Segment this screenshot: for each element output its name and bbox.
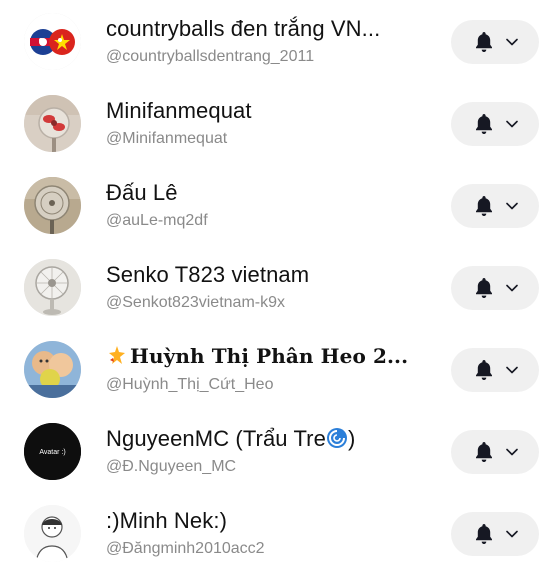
fan-avatar-icon (24, 177, 81, 234)
account-name: Minifanmequat (106, 98, 252, 123)
notification-settings-button[interactable] (451, 184, 539, 228)
avatar[interactable] (24, 177, 81, 234)
following-list: countryballs đen trắng VN... @countrybal… (0, 0, 560, 562)
bell-icon (476, 442, 492, 462)
account-name: NguyeenMC (Trẩu Tre ) (106, 426, 355, 452)
chevron-down-icon (506, 38, 518, 46)
flag-avatar-icon (24, 13, 81, 70)
fan-avatar-icon (24, 95, 81, 152)
account-handle: @Đ.Nguyeen_MC (106, 458, 237, 475)
account-name: Đấu Lê (106, 180, 178, 205)
account-row[interactable]: Avatar :) NguyeenMC (Trẩu Tre ) @Đ.Nguye… (0, 410, 560, 492)
cyclone-emoji-icon (326, 428, 347, 448)
avatar[interactable] (24, 341, 81, 398)
avatar-text: Avatar :) (39, 449, 65, 456)
notification-settings-button[interactable] (451, 512, 539, 556)
fan-avatar-icon (24, 259, 81, 316)
avatar[interactable]: Avatar :) (24, 423, 81, 480)
chevron-down-icon (506, 530, 518, 538)
account-row[interactable]: Senko T823 vietnam @Senkot823vietnam-k9x (0, 246, 560, 328)
account-handle: @Đăngminh2010acc2 (106, 540, 265, 557)
avatar[interactable] (24, 13, 81, 70)
bell-icon (476, 360, 492, 380)
sparkle-emoji-icon (109, 346, 125, 364)
account-handle: @Senkot823vietnam-k9x (106, 294, 285, 311)
bell-icon (476, 524, 492, 544)
account-row[interactable]: Minifanmequat @Minifanmequat (0, 82, 560, 164)
account-name: Huỳnh Thị Phân Heo 2... (106, 344, 408, 368)
avatar-dark-icon: Avatar :) (24, 423, 81, 480)
account-handle: @Huỳnh_Thị_Cứt_Heo (106, 376, 274, 393)
chevron-down-icon (506, 366, 518, 374)
bell-icon (476, 278, 492, 298)
photo-avatar-icon (24, 341, 81, 398)
notification-settings-button[interactable] (451, 430, 539, 474)
avatar[interactable] (24, 95, 81, 152)
bell-icon (476, 114, 492, 134)
account-name: :)Minh Nek:) (106, 508, 227, 533)
chevron-down-icon (506, 202, 518, 210)
sketch-avatar-icon (24, 505, 81, 562)
account-name-text: Huỳnh Thị Phân Heo 2... (130, 344, 409, 368)
notification-settings-button[interactable] (451, 266, 539, 310)
chevron-down-icon (506, 284, 518, 292)
avatar[interactable] (24, 505, 81, 562)
account-row[interactable]: Huỳnh Thị Phân Heo 2... @Huỳnh_Thị_Cứt_H… (0, 328, 560, 410)
account-row[interactable]: :)Minh Nek:) @Đăngminh2010acc2 (0, 492, 560, 574)
account-name: countryballs đen trắng VN... (106, 16, 381, 41)
notification-settings-button[interactable] (451, 348, 539, 392)
account-handle: @auLe-mq2df (106, 212, 208, 229)
bell-icon (476, 196, 492, 216)
chevron-down-icon (506, 448, 518, 456)
account-handle: @Minifanmequat (106, 130, 228, 147)
account-name-suffix: ) (347, 426, 356, 451)
account-name: Senko T823 vietnam (106, 262, 310, 287)
account-row[interactable]: Đấu Lê @auLe-mq2df (0, 164, 560, 246)
notification-settings-button[interactable] (451, 102, 539, 146)
account-handle: @countryballsdentrang_2011 (106, 48, 315, 65)
account-row[interactable]: countryballs đen trắng VN... @countrybal… (0, 0, 560, 82)
chevron-down-icon (506, 120, 518, 128)
account-name-text: NguyeenMC (Trẩu Tre (106, 426, 326, 451)
bell-icon (476, 32, 492, 52)
avatar[interactable] (24, 259, 81, 316)
notification-settings-button[interactable] (451, 20, 539, 64)
